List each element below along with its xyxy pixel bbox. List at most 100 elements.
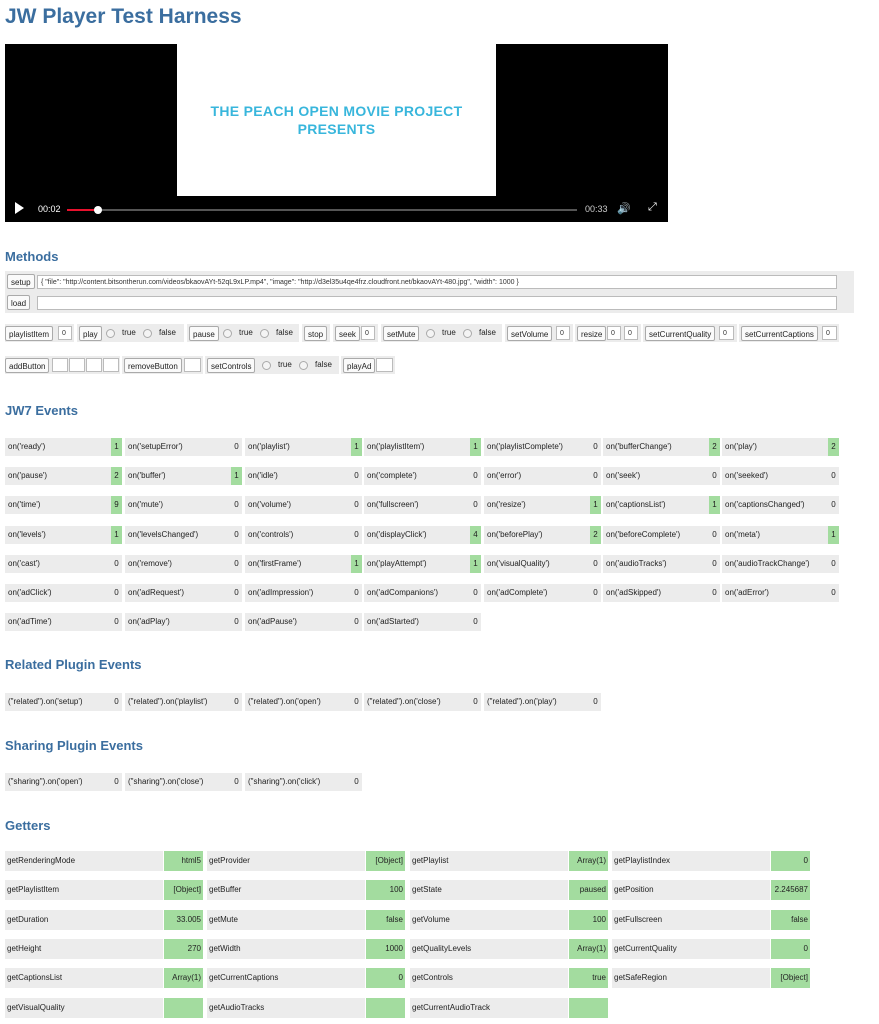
removebutton-button[interactable]: removeButton bbox=[124, 358, 182, 373]
event-count: 0 bbox=[231, 584, 242, 602]
event-label: on('adClick') bbox=[5, 584, 111, 602]
poster-line-2: PRESENTS bbox=[297, 121, 376, 137]
event-count: 0 bbox=[351, 773, 362, 791]
playlistitem-button[interactable]: playlistItem bbox=[5, 326, 54, 341]
getter-label: getCaptionsList bbox=[5, 968, 163, 989]
video-poster[interactable]: THE PEACH OPEN MOVIE PROJECT PRESENTS bbox=[177, 44, 496, 196]
resize-button[interactable]: resize bbox=[577, 326, 607, 341]
setup-button[interactable]: setup bbox=[7, 274, 35, 289]
load-button[interactable]: load bbox=[7, 295, 31, 310]
event-label: on('resize') bbox=[484, 496, 590, 515]
getter-label: getWidth bbox=[207, 938, 365, 959]
event-label: on('firstFrame') bbox=[245, 554, 351, 573]
event-count: 0 bbox=[111, 773, 122, 791]
play-true-radio[interactable] bbox=[106, 329, 115, 338]
seek-input[interactable]: 0 bbox=[361, 326, 375, 340]
setup-config-input[interactable]: { "file": "http://content.bitsontherun.c… bbox=[37, 275, 837, 289]
resize-height-input[interactable]: 0 bbox=[624, 326, 638, 340]
resize-width-input[interactable]: 0 bbox=[607, 326, 621, 340]
event-count: 0 bbox=[828, 584, 839, 602]
event-label: on('seek') bbox=[603, 467, 709, 486]
play-false-radio[interactable] bbox=[143, 329, 152, 338]
event-count: 1 bbox=[111, 438, 122, 456]
setmute-true-radio[interactable] bbox=[426, 329, 435, 338]
setvolume-button[interactable]: setVolume bbox=[507, 326, 553, 341]
event-label: ("related").on('playlist') bbox=[125, 693, 231, 711]
event-count: 0 bbox=[470, 693, 481, 711]
seek-button[interactable]: seek bbox=[335, 326, 360, 341]
addbutton-input-3[interactable] bbox=[86, 358, 102, 372]
event-label: on('controls') bbox=[245, 525, 351, 544]
event-label: on('beforePlay') bbox=[484, 525, 590, 544]
getter-label: getCurrentQuality bbox=[612, 938, 770, 959]
event-cell: on('setupError') 0 bbox=[125, 438, 242, 456]
playad-input[interactable] bbox=[376, 358, 393, 372]
event-count: 0 bbox=[590, 554, 601, 573]
video-player[interactable]: THE PEACH OPEN MOVIE PROJECT PRESENTS 00… bbox=[5, 44, 668, 222]
event-count: 1 bbox=[470, 554, 481, 573]
setmute-false-radio[interactable] bbox=[463, 329, 472, 338]
setcurrentcaptions-button[interactable]: setCurrentCaptions bbox=[741, 326, 818, 341]
event-label: on('pause') bbox=[5, 467, 111, 486]
getter-label: getDuration bbox=[5, 909, 163, 930]
setcurrentquality-input[interactable]: 0 bbox=[719, 326, 734, 340]
pause-button[interactable]: pause bbox=[189, 326, 219, 341]
event-label: ("sharing").on('close') bbox=[125, 773, 231, 791]
event-count: 0 bbox=[351, 525, 362, 544]
event-cell: on('beforePlay') 2 bbox=[484, 525, 601, 544]
event-label: on('seeked') bbox=[722, 467, 828, 486]
playad-button[interactable]: playAd bbox=[343, 358, 376, 373]
event-cell: ("related").on('close') 0 bbox=[364, 693, 481, 711]
event-count: 1 bbox=[351, 438, 362, 456]
play-button[interactable]: play bbox=[79, 326, 102, 341]
load-input[interactable] bbox=[37, 296, 837, 310]
event-count: 0 bbox=[231, 438, 242, 456]
play-icon[interactable] bbox=[15, 202, 24, 214]
volume-icon[interactable]: 🔊 bbox=[617, 202, 631, 215]
event-label: on('audioTrackChange') bbox=[722, 554, 828, 573]
seek-knob[interactable] bbox=[93, 206, 102, 214]
removebutton-group: removeButton bbox=[122, 356, 203, 374]
event-count: 0 bbox=[709, 554, 720, 573]
setcontrols-false-radio[interactable] bbox=[299, 361, 308, 370]
event-label: on('playlistComplete') bbox=[484, 438, 590, 456]
event-cell: ("related").on('play') 0 bbox=[484, 693, 601, 711]
getter-value bbox=[569, 997, 608, 1018]
event-label: on('playlist') bbox=[245, 438, 351, 456]
setcontrols-true-radio[interactable] bbox=[262, 361, 271, 370]
fullscreen-icon[interactable]: ⤢ bbox=[648, 201, 657, 214]
seek-bar[interactable] bbox=[67, 206, 577, 214]
setcurrentquality-button[interactable]: setCurrentQuality bbox=[645, 326, 716, 341]
resize-group: resize 0 0 bbox=[575, 324, 641, 342]
getter-value: Array(1) bbox=[569, 938, 608, 959]
control-bar: 00:02 00:33 🔊 ⤢ bbox=[5, 196, 668, 222]
event-count: 2 bbox=[828, 438, 839, 456]
addbutton-input-4[interactable] bbox=[103, 358, 119, 372]
getter-label: getPosition bbox=[612, 880, 770, 901]
event-cell: on('seeked') 0 bbox=[722, 467, 839, 486]
setcurrentquality-group: setCurrentQuality 0 bbox=[643, 324, 737, 342]
event-label: on('adCompanions') bbox=[364, 584, 470, 602]
setcontrols-button[interactable]: setControls bbox=[207, 358, 256, 373]
setcurrentcaptions-input[interactable]: 0 bbox=[822, 326, 837, 340]
addbutton-input-1[interactable] bbox=[52, 358, 68, 372]
addbutton-input-2[interactable] bbox=[69, 358, 85, 372]
playlistitem-input[interactable]: 0 bbox=[58, 326, 72, 340]
removebutton-input[interactable] bbox=[184, 358, 201, 372]
event-count: 0 bbox=[111, 613, 122, 632]
getter-label: getControls bbox=[410, 968, 568, 989]
seek-group: seek 0 bbox=[333, 324, 378, 342]
stop-button[interactable]: stop bbox=[304, 326, 328, 341]
event-cell: on('buffer') 1 bbox=[125, 467, 242, 486]
getter-label: getCurrentCaptions bbox=[207, 968, 365, 989]
setvolume-input[interactable]: 0 bbox=[556, 326, 570, 340]
addbutton-button[interactable]: addButton bbox=[5, 358, 50, 373]
getter-label: getSafeRegion bbox=[612, 968, 770, 989]
event-label: on('ready') bbox=[5, 438, 111, 456]
event-cell: on('resize') 1 bbox=[484, 496, 601, 515]
getter-value: 0 bbox=[771, 851, 810, 871]
pause-false-radio[interactable] bbox=[260, 329, 269, 338]
getter-value: Array(1) bbox=[164, 968, 203, 989]
pause-true-radio[interactable] bbox=[223, 329, 232, 338]
setmute-button[interactable]: setMute bbox=[383, 326, 420, 341]
